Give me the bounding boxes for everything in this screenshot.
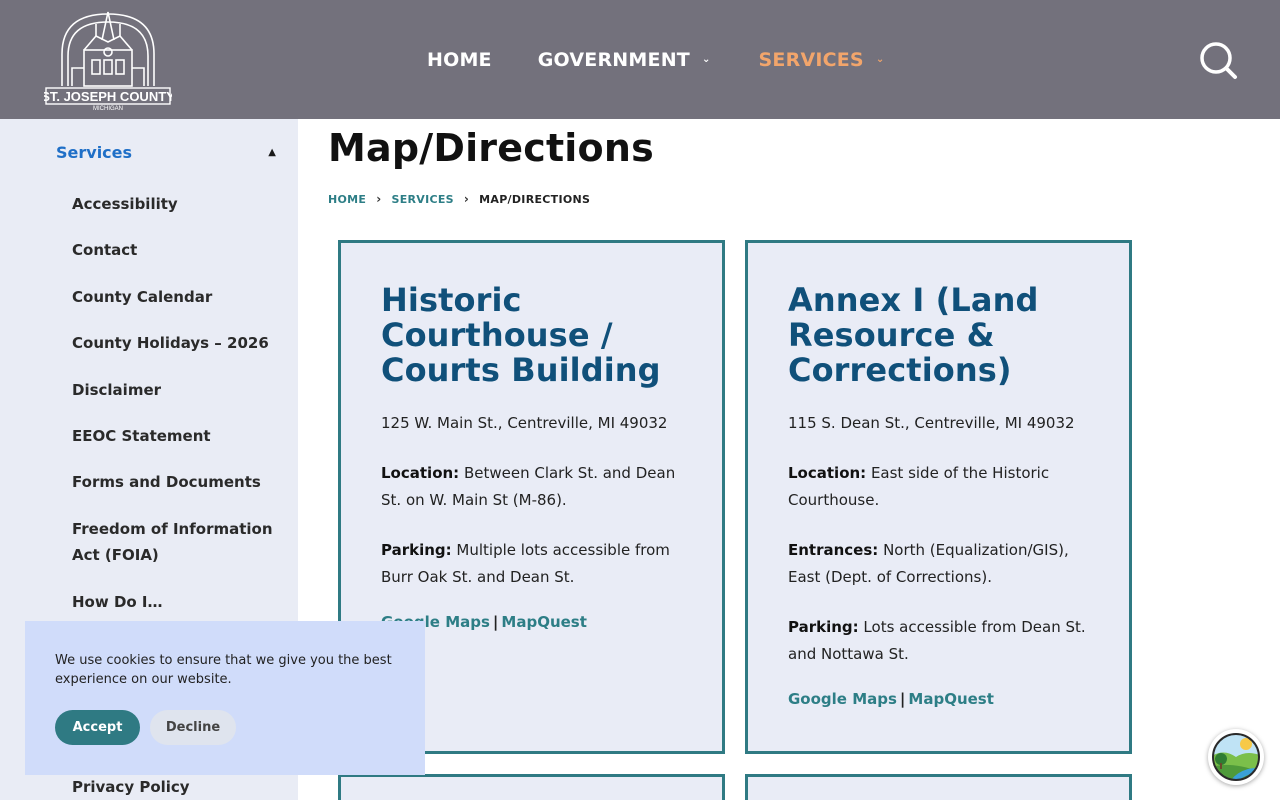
chevron-down-icon: ⌄ (875, 53, 885, 65)
card-parking: Parking: Multiple lots accessible from B… (381, 537, 681, 590)
card-address: 115 S. Dean St., Centreville, MI 49032 (788, 414, 1075, 432)
breadcrumb-current: MAP/DIRECTIONS (479, 192, 591, 206)
link-separator: | (492, 613, 499, 631)
breadcrumb-home[interactable]: HOME (328, 193, 366, 206)
sidebar-item-privacy-policy[interactable]: Privacy Policy (72, 774, 282, 800)
link-separator: | (899, 690, 906, 708)
cookie-message: We use cookies to ensure that we give yo… (55, 653, 392, 687)
sidebar-heading[interactable]: Services ▲ (56, 143, 278, 162)
caret-up-icon: ▲ (268, 147, 276, 158)
card-entrances: Entrances: North (Equalization/GIS), Eas… (788, 537, 1088, 590)
sidebar-item-foia[interactable]: Freedom of Information Act (FOIA) (72, 516, 282, 568)
sidebar-item-disclaimer[interactable]: Disclaimer (72, 377, 282, 403)
field-label: Location: (788, 464, 867, 482)
landscape-widget-button[interactable] (1208, 729, 1264, 785)
breadcrumb: HOME › SERVICES › MAP/DIRECTIONS (328, 192, 590, 206)
location-card-annex-i: Annex I (Land Resource & Corrections) 11… (745, 240, 1132, 754)
field-label: Entrances: (788, 541, 879, 559)
nav-government[interactable]: GOVERNMENT ⌄ (538, 49, 711, 71)
card-location: Location: East side of the Historic Cour… (788, 460, 1088, 513)
nav-services-label: SERVICES (758, 49, 864, 71)
chevron-down-icon: ⌄ (701, 53, 711, 65)
field-label: Location: (381, 464, 460, 482)
card-map-links: Google Maps | MapQuest (788, 687, 1088, 711)
sidebar-heading-label: Services (56, 143, 133, 162)
logo-text: ST. JOSEPH COUNTY (44, 89, 172, 104)
cookie-banner: We use cookies to ensure that we give yo… (25, 621, 425, 775)
card-title: Annex I (Land Resource & Corrections) (788, 281, 1039, 389)
search-button[interactable] (1198, 40, 1238, 80)
chevron-right-icon: › (376, 192, 382, 206)
nav-government-label: GOVERNMENT (537, 49, 690, 71)
sidebar-item-county-calendar[interactable]: County Calendar (72, 284, 282, 310)
search-icon (1200, 42, 1237, 79)
location-card-partial (745, 774, 1132, 800)
nav-home[interactable]: HOME (427, 49, 492, 71)
nav-home-label: HOME (427, 49, 492, 71)
mapquest-link[interactable]: MapQuest (908, 690, 994, 708)
courthouse-logo-icon: ST. JOSEPH COUNTY MICHIGAN (44, 11, 172, 112)
decline-cookies-button[interactable]: Decline (150, 710, 236, 745)
sidebar-item-contact[interactable]: Contact (72, 237, 282, 263)
field-label: Parking: (381, 541, 452, 559)
site-header: ST. JOSEPH COUNTY MICHIGAN HOME GOVERNME… (0, 0, 1280, 119)
sidebar-item-how-do-i[interactable]: How Do I… (72, 589, 282, 615)
landscape-icon (1212, 733, 1260, 781)
mapquest-link[interactable]: MapQuest (501, 613, 587, 631)
card-location: Location: Between Clark St. and Dean St.… (381, 460, 681, 513)
field-label: Parking: (788, 618, 859, 636)
card-parking: Parking: Lots accessible from Dean St. a… (788, 614, 1088, 667)
card-map-links: Google Maps | MapQuest (381, 610, 681, 634)
accept-cookies-button[interactable]: Accept (55, 710, 140, 745)
main-nav: HOME GOVERNMENT ⌄ SERVICES ⌄ (427, 47, 884, 73)
county-logo[interactable]: ST. JOSEPH COUNTY MICHIGAN (44, 8, 172, 112)
breadcrumb-services[interactable]: SERVICES (391, 193, 453, 206)
google-maps-link[interactable]: Google Maps (788, 690, 897, 708)
logo-subtext: MICHIGAN (93, 106, 123, 112)
card-address: 125 W. Main St., Centreville, MI 49032 (381, 414, 668, 432)
page-title: Map/Directions (328, 126, 654, 170)
sidebar-item-accessibility[interactable]: Accessibility (72, 191, 282, 217)
sidebar-item-eeoc-statement[interactable]: EEOC Statement (72, 423, 282, 449)
sidebar-item-county-holidays[interactable]: County Holidays – 2026 (72, 330, 282, 356)
location-card-partial (338, 774, 725, 800)
sidebar-item-forms-documents[interactable]: Forms and Documents (72, 469, 282, 495)
nav-services[interactable]: SERVICES ⌄ (759, 49, 885, 71)
chevron-right-icon: › (463, 192, 470, 206)
card-title: Historic Courthouse / Courts Building (381, 281, 661, 389)
